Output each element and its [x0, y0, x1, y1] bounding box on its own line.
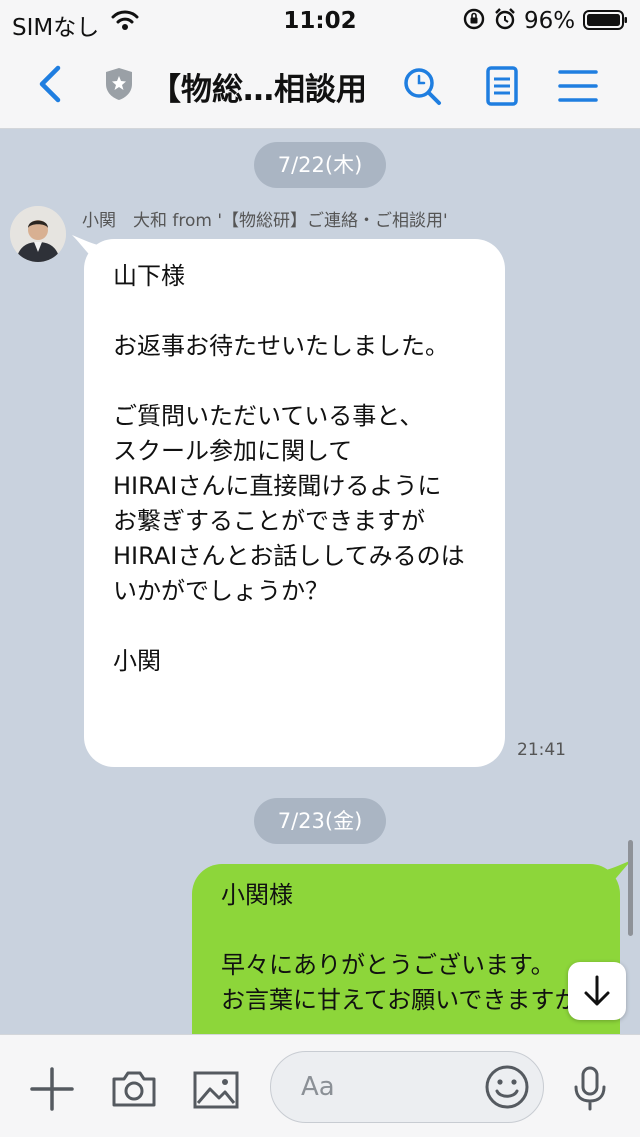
emoji-icon[interactable]	[484, 1064, 530, 1110]
sender-name: 小関 大和 from '【物総研】ご連絡・ご相談用'	[82, 211, 448, 231]
battery-icon	[583, 10, 627, 30]
arrow-down-icon	[584, 975, 610, 1006]
scrollbar[interactable]	[628, 840, 633, 936]
back-icon[interactable]	[34, 64, 66, 104]
menu-icon[interactable]	[556, 64, 600, 108]
status-bar: SIMなし 11:02 96%	[0, 0, 640, 41]
message-text: 小関様 早々にありがとうございます。 お言葉に甘えてお願いできますか	[221, 881, 579, 1014]
microphone-icon[interactable]	[566, 1065, 614, 1113]
bubble-tail	[72, 235, 98, 263]
image-icon[interactable]	[192, 1065, 240, 1113]
outgoing-message-bubble[interactable]: 小関様 早々にありがとうございます。 お言葉に甘えてお願いできますか	[192, 860, 632, 1034]
date-separator: 7/23(金)	[254, 798, 386, 844]
notes-icon[interactable]	[480, 64, 524, 108]
camera-icon[interactable]	[110, 1065, 158, 1113]
message-input-bar	[0, 1034, 640, 1137]
message-timestamp: 21:41	[517, 740, 566, 760]
date-separator: 7/22(木)	[254, 142, 386, 188]
message-text: 山下様 お返事お待たせいたしました。 ご質問いただいている事と、 スクール参加に…	[113, 262, 465, 675]
avatar[interactable]	[10, 206, 66, 262]
plus-icon[interactable]	[28, 1065, 76, 1113]
search-icon[interactable]	[400, 64, 444, 108]
chat-area[interactable]: 7/22(木) 小関 大和 from '【物総研】ご連絡・ご相談用' 山下様 お…	[0, 129, 640, 1034]
person-avatar-icon	[10, 206, 66, 262]
incoming-message-bubble[interactable]: 山下様 お返事お待たせいたしました。 ご質問いただいている事と、 スクール参加に…	[72, 235, 505, 767]
alarm-icon	[495, 8, 515, 30]
chat-title: 【物総…相談用	[150, 72, 367, 108]
battery-percentage: 96%	[524, 8, 576, 34]
scroll-to-bottom-button[interactable]	[568, 962, 626, 1020]
rotation-lock-icon	[463, 8, 485, 30]
official-account-badge-icon	[106, 68, 132, 100]
chat-header: 【物総…相談用	[0, 40, 640, 129]
